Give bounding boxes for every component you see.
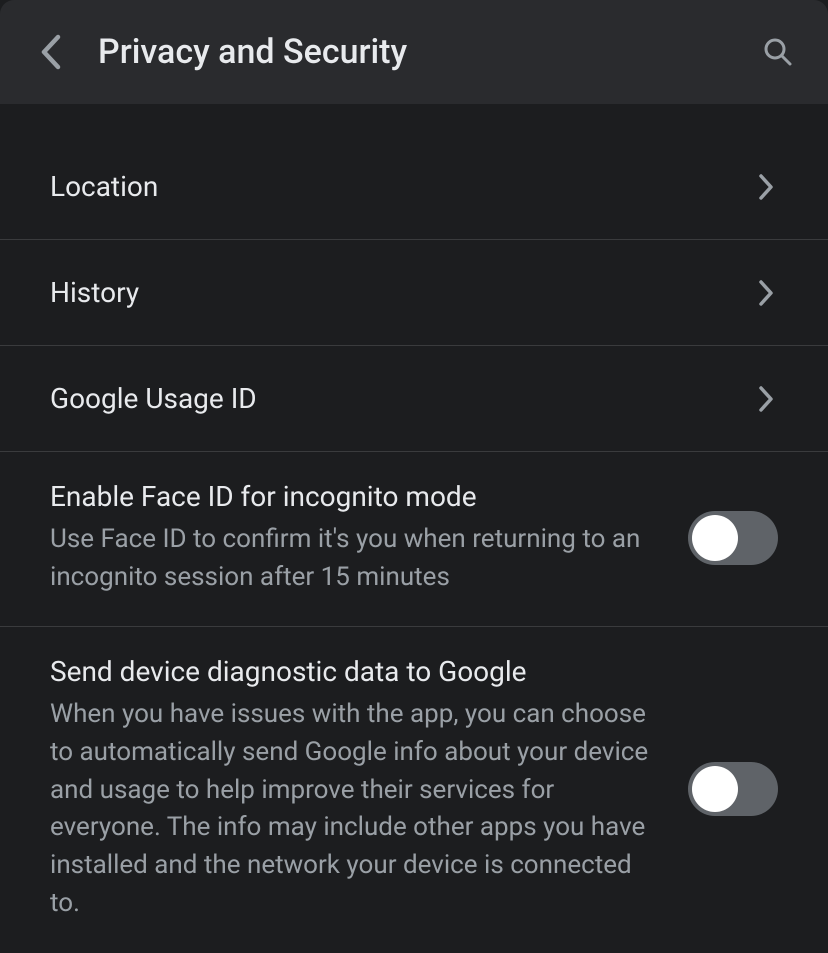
nav-label: History [50, 276, 754, 309]
nav-item-history[interactable]: History [0, 240, 828, 346]
toggle-switch-face-id[interactable] [688, 511, 778, 565]
chevron-right-icon [754, 281, 778, 305]
toggle-title: Send device diagnostic data to Google [50, 655, 658, 688]
nav-item-google-usage-id[interactable]: Google Usage ID [0, 346, 828, 452]
toggle-text: Enable Face ID for incognito mode Use Fa… [50, 480, 688, 596]
toggle-knob [692, 766, 738, 812]
toggle-title: Enable Face ID for incognito mode [50, 480, 658, 513]
search-icon [762, 36, 794, 68]
toggle-switch-diagnostic-data[interactable] [688, 762, 778, 816]
back-button[interactable] [30, 32, 70, 72]
chevron-left-icon [39, 34, 61, 70]
chevron-right-icon [754, 387, 778, 411]
toggle-knob [692, 515, 738, 561]
page-title: Privacy and Security [98, 32, 758, 72]
toggle-item-diagnostic-data: Send device diagnostic data to Google Wh… [0, 627, 828, 952]
toggle-text: Send device diagnostic data to Google Wh… [50, 655, 688, 922]
toggle-description: When you have issues with the app, you c… [50, 696, 658, 922]
settings-list: Location History Google Usage ID Enable … [0, 104, 828, 953]
nav-item-location[interactable]: Location [0, 124, 828, 240]
search-button[interactable] [758, 32, 798, 72]
toggle-item-face-id: Enable Face ID for incognito mode Use Fa… [0, 452, 828, 627]
toggle-description: Use Face ID to confirm it's you when ret… [50, 521, 658, 596]
nav-label: Google Usage ID [50, 382, 754, 415]
header: Privacy and Security [0, 0, 828, 104]
chevron-right-icon [754, 175, 778, 199]
nav-label: Location [50, 170, 754, 203]
